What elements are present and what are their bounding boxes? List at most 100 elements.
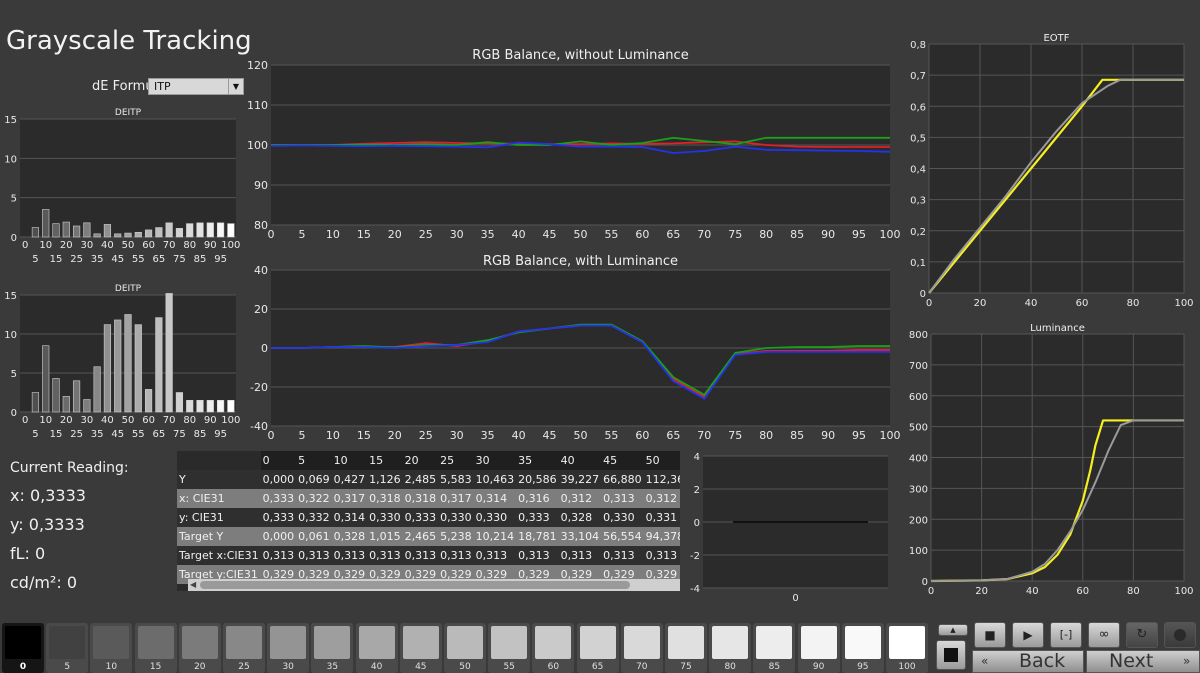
column-header[interactable]: 5 — [296, 451, 332, 470]
x-tick-label: 90 — [821, 429, 835, 442]
column-header[interactable]: 50 — [643, 451, 680, 470]
patch-20[interactable]: 20 — [178, 623, 221, 673]
table-cell: 0,314 — [473, 489, 517, 508]
patch-5[interactable]: 5 — [46, 623, 89, 673]
table-row[interactable]: x: CIE31 0,333 0,322 0,317 0,318 0,318 0,317 0,… — [177, 489, 680, 508]
bar — [72, 380, 81, 413]
column-header[interactable]: 20 — [402, 451, 439, 470]
column-header[interactable]: 15 — [367, 451, 403, 470]
x-tick-label: 5 — [298, 228, 305, 241]
table-row[interactable]: Y 0,000 0,069 0,427 1,126 2,485 5,583 10,463 20,… — [177, 470, 680, 489]
back-button[interactable]: « Back — [972, 650, 1084, 673]
stop-icon: ■ — [984, 628, 996, 642]
y-tick-label: 0 — [11, 408, 17, 419]
table-horizontal-scrollbar[interactable]: ◀ — [188, 579, 680, 591]
patch-30[interactable]: 30 — [267, 623, 310, 673]
x-tick-label: 55 — [604, 228, 618, 241]
patch-60[interactable]: 60 — [532, 623, 575, 673]
column-header[interactable]: 45 — [601, 451, 644, 470]
table-header-row: 0 5 10 15 20 25 30 35 40 45 50 — [177, 451, 680, 470]
stop-big-button[interactable] — [936, 640, 966, 670]
table-corner — [177, 451, 261, 470]
x-tick-label: 25 — [70, 254, 83, 265]
column-header[interactable]: 10 — [331, 451, 368, 470]
patch-55[interactable]: 55 — [488, 623, 531, 673]
patch-75[interactable]: 75 — [665, 623, 707, 673]
x-tick-label: 40 — [1025, 298, 1038, 309]
up-icon[interactable]: ▲ — [938, 624, 968, 636]
column-header[interactable]: 30 — [473, 451, 517, 470]
x-tick-label: 45 — [111, 429, 124, 440]
bar — [227, 223, 235, 238]
y-tick-label: 15 — [4, 291, 17, 302]
y-tick-label: 110 — [247, 99, 268, 112]
patch-label: 30 — [282, 662, 294, 672]
x-tick-label: 5 — [32, 254, 38, 265]
continuous-read-button[interactable]: ∞ — [1088, 622, 1120, 648]
measurement-table[interactable]: 0 5 10 15 20 25 30 35 40 45 50 Y 0,000 0,069 0,427 1,12… — [177, 451, 680, 591]
bar — [93, 366, 101, 413]
x-tick-label: 0 — [792, 593, 798, 602]
column-header[interactable]: 25 — [438, 451, 474, 470]
patch-35[interactable]: 35 — [311, 623, 354, 673]
read-single-button[interactable]: [-] — [1050, 622, 1082, 648]
column-header[interactable]: 35 — [516, 451, 559, 470]
table-cell: 20,586 — [516, 470, 559, 489]
patch-0[interactable]: 0 — [2, 623, 44, 673]
y-tick-label: 2 — [694, 485, 700, 496]
x-tick-label: 50 — [122, 240, 135, 251]
x-tick-label: 75 — [173, 254, 186, 265]
patch-label: 5 — [64, 662, 71, 672]
table-row[interactable]: Target x:CIE31 0,313 0,313 0,313 0,313 0,313 0… — [177, 546, 680, 565]
x-tick-label: 40 — [101, 415, 114, 426]
x-tick-label: 100 — [221, 415, 240, 426]
bar — [42, 209, 50, 238]
patch-95[interactable]: 95 — [841, 623, 884, 673]
de-formula-select[interactable]: ITP ▼ — [148, 78, 244, 95]
next-button[interactable]: Next » — [1086, 650, 1200, 673]
reading-x: x: 0,3333 — [10, 486, 86, 505]
patch-40[interactable]: 40 — [355, 623, 398, 673]
y-tick-label: 0,8 — [910, 40, 926, 51]
x-tick-label: 80 — [1127, 586, 1140, 597]
stop-button[interactable]: ■ — [974, 622, 1006, 648]
patch-label: 45 — [415, 662, 427, 672]
x-tick-label: 40 — [512, 429, 526, 442]
extra-button[interactable] — [1164, 622, 1196, 648]
play-button[interactable]: ▶ — [1012, 622, 1044, 648]
bar — [114, 233, 122, 238]
patch-90[interactable]: 90 — [797, 623, 840, 673]
patch-85[interactable]: 85 — [753, 623, 796, 673]
current-reading-title: Current Reading: — [10, 460, 129, 476]
patch-65[interactable]: 65 — [576, 623, 619, 673]
refresh-button[interactable]: ↻ — [1126, 622, 1158, 648]
patch-100[interactable]: 100 — [886, 623, 928, 673]
patch-25[interactable]: 25 — [223, 623, 265, 673]
patch-swatch — [535, 626, 572, 659]
x-tick-label: 45 — [111, 254, 124, 265]
table-row[interactable]: y: CIE31 0,333 0,332 0,314 0,330 0,333 0,330 0,… — [177, 508, 680, 527]
x-tick-label: 60 — [142, 240, 155, 251]
patch-swatch — [93, 626, 130, 659]
bar — [52, 223, 60, 238]
patch-swatch — [402, 626, 439, 659]
patch-70[interactable]: 70 — [620, 623, 663, 673]
patch-15[interactable]: 15 — [134, 623, 177, 673]
scrollbar-thumb[interactable] — [200, 581, 630, 589]
column-header[interactable]: 40 — [558, 451, 602, 470]
patch-label: 75 — [680, 662, 692, 672]
column-header[interactable]: 0 — [260, 451, 297, 470]
y-tick-label: 5 — [11, 194, 17, 205]
table-cell: 10,463 — [473, 470, 517, 489]
patch-10[interactable]: 10 — [90, 623, 133, 673]
table-cell: 0,322 — [296, 489, 332, 508]
table-cell: 0,328 — [558, 508, 602, 527]
patch-50[interactable]: 50 — [444, 623, 486, 673]
bar — [124, 232, 132, 238]
x-tick-label: 75 — [728, 429, 742, 442]
patch-80[interactable]: 80 — [709, 623, 752, 673]
scroll-left-icon[interactable]: ◀ — [190, 579, 196, 591]
table-row[interactable]: Target Y 0,000 0,061 0,328 1,015 2,465 5,238 10… — [177, 527, 680, 546]
y-tick-label: 0,7 — [910, 71, 926, 82]
patch-45[interactable]: 45 — [399, 623, 442, 673]
